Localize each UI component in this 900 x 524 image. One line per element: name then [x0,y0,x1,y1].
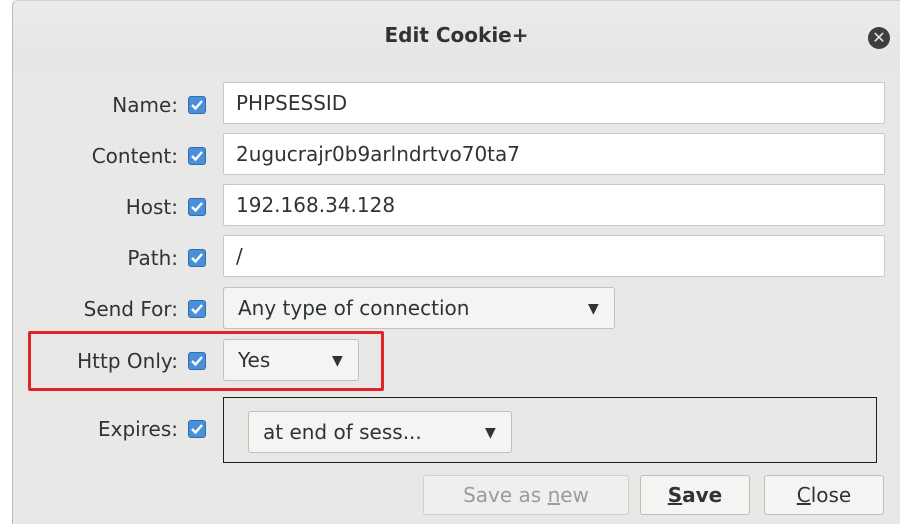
expires-select[interactable]: at end of sess... ▼ [248,411,512,453]
name-label: Name: [112,93,178,117]
close-button[interactable]: Close [764,475,884,515]
save-button[interactable]: Save [640,475,750,515]
content-checkbox[interactable] [188,147,206,165]
save-as-new-pre: Save as [463,483,548,507]
dialog-title: Edit Cookie+ [384,23,529,47]
host-checkbox[interactable] [188,198,206,216]
save-as-new-post: ew [560,483,589,507]
send-for-value: Any type of connection [238,296,470,320]
save-key: S [667,483,683,507]
check-icon [191,202,203,213]
check-icon [191,356,203,367]
check-icon [191,304,203,315]
expires-value: at end of sess... [263,420,422,444]
host-input[interactable]: 192.168.34.128 [223,184,885,226]
chevron-down-icon: ▼ [588,301,599,317]
save-post: ave [682,483,723,507]
send-for-checkbox[interactable] [188,300,206,318]
path-label: Path: [127,246,178,270]
content-label: Content: [91,144,178,168]
close-icon[interactable]: ✕ [868,27,890,49]
save-as-new-button[interactable]: Save as new [423,475,629,515]
expires-label: Expires: [98,417,178,441]
path-checkbox[interactable] [188,249,206,267]
http-only-checkbox[interactable] [188,352,206,370]
chevron-down-icon: ▼ [485,425,496,441]
check-icon [191,253,203,264]
http-only-label: Http Only: [77,349,178,373]
check-icon [191,424,203,435]
http-only-value: Yes [238,348,271,372]
content-input[interactable]: 2ugucrajr0b9arlndrtvo70ta7 [223,133,885,175]
send-for-label: Send For: [83,297,178,321]
check-icon [191,151,203,162]
name-checkbox[interactable] [188,96,206,114]
path-input[interactable]: / [223,235,885,277]
http-only-select[interactable]: Yes ▼ [223,339,359,381]
check-icon [191,100,203,111]
dialog-titlebar: Edit Cookie+ ✕ [13,1,900,71]
chevron-down-icon: ▼ [332,353,343,369]
host-label: Host: [125,195,178,219]
send-for-select[interactable]: Any type of connection ▼ [223,287,615,329]
close-post: lose [810,483,852,507]
name-input[interactable]: PHPSESSID [223,82,885,124]
expires-checkbox[interactable] [188,420,206,438]
save-as-new-key: n [547,483,561,507]
close-key: C [796,483,811,507]
